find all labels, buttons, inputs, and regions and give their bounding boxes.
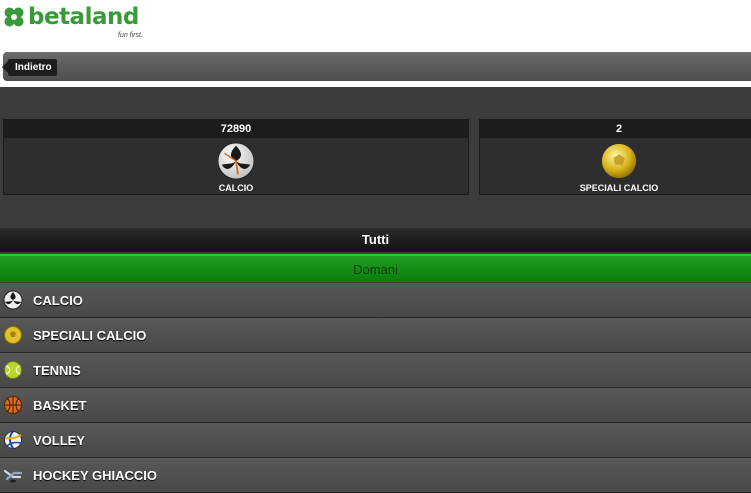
soccer-ball-icon xyxy=(217,142,255,180)
category-count: 2 xyxy=(480,120,751,138)
category-card-speciali-calcio[interactable]: 2 SPECIALI CALCIO xyxy=(479,119,751,195)
sport-label: VOLLEY xyxy=(33,432,86,448)
soccer-ball-icon xyxy=(3,290,23,310)
back-button[interactable]: Indietro xyxy=(2,59,57,76)
golden-ball-icon xyxy=(4,326,22,344)
volleyball-icon xyxy=(4,430,22,450)
betaland-logo[interactable]: betaland xyxy=(3,4,139,30)
sport-item-basket[interactable]: BASKET xyxy=(0,388,751,423)
brand-name: betaland xyxy=(28,4,139,30)
sport-item-hockey-ghiaccio[interactable]: HOCKEY GHIACCIO xyxy=(0,458,751,493)
sport-label: SPECIALI CALCIO xyxy=(33,327,147,343)
category-label: CALCIO xyxy=(218,183,254,193)
ice-hockey-icon xyxy=(3,469,23,483)
clover-icon xyxy=(4,7,24,27)
category-card-calcio[interactable]: 72890 CALCIO xyxy=(3,119,469,195)
sport-item-speciali-calcio[interactable]: SPECIALI CALCIO xyxy=(0,318,751,353)
sports-list: CALCIO SPECIALI CALCIO TENNIS BASKET VOL… xyxy=(0,283,751,493)
back-navigation-bar: Indietro xyxy=(2,52,751,81)
sport-item-volley[interactable]: VOLLEY xyxy=(0,423,751,458)
sport-label: CALCIO xyxy=(33,292,83,308)
filter-tomorrow-tab[interactable]: Domani xyxy=(0,254,751,282)
filter-all-tab[interactable]: Tutti xyxy=(0,228,751,252)
tennis-ball-icon xyxy=(4,361,22,379)
golden-ball-icon xyxy=(601,143,637,179)
sport-label: HOCKEY GHIACCIO xyxy=(33,467,157,483)
sport-item-calcio[interactable]: CALCIO xyxy=(0,283,751,318)
sport-item-tennis[interactable]: TENNIS xyxy=(0,353,751,388)
basketball-icon xyxy=(4,396,22,414)
brand-tagline: fun first. xyxy=(118,32,143,39)
category-label: SPECIALI CALCIO xyxy=(579,183,659,193)
header: betaland fun first. xyxy=(0,0,751,50)
sport-label: BASKET xyxy=(33,397,87,413)
sport-label: TENNIS xyxy=(33,362,81,378)
category-count: 72890 xyxy=(4,120,468,138)
